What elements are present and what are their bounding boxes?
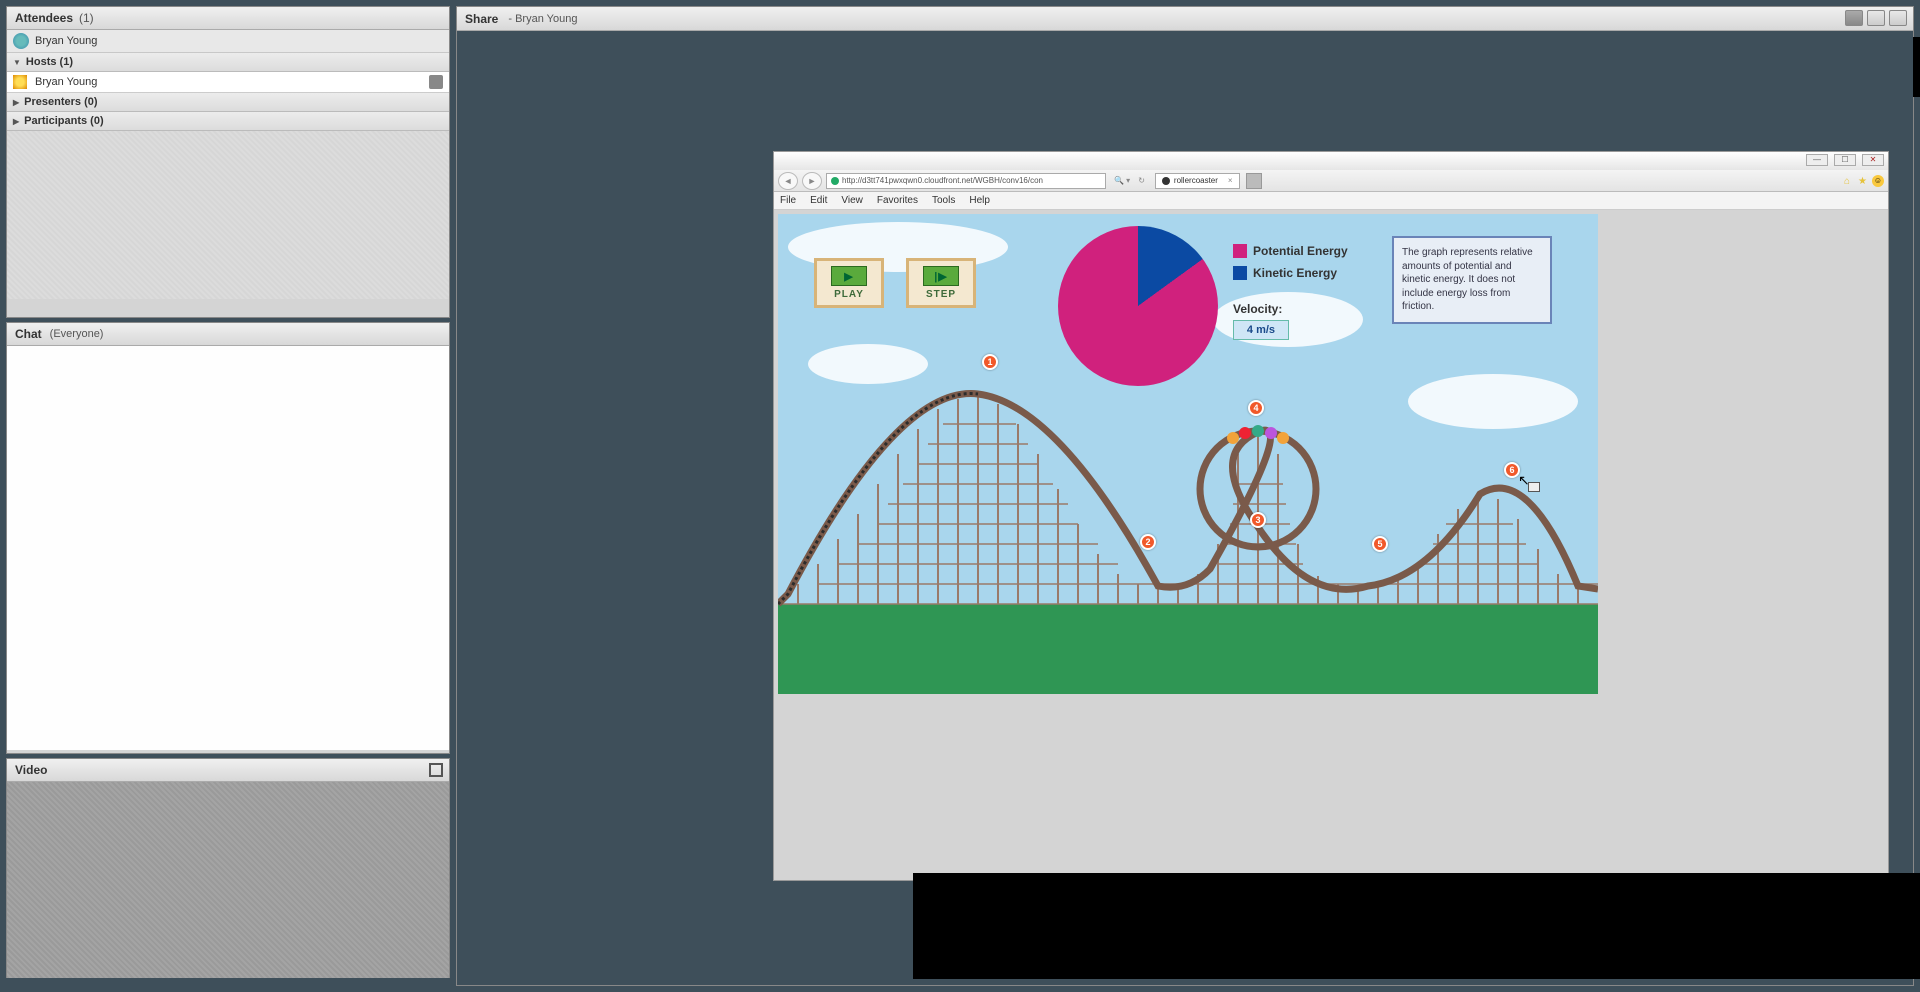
feedback-icon[interactable]: ☺ [1872,175,1884,187]
home-icon[interactable]: ⌂ [1844,176,1854,186]
page-content: ▶ PLAY |▶ STEP [774,210,1888,880]
window-titlebar[interactable]: — ☐ ✕ [774,152,1888,170]
attendees-count: (1) [79,11,94,25]
browser-tab[interactable]: rollercoaster × [1155,173,1240,189]
tab-close-icon[interactable]: × [1228,176,1233,185]
video-body [7,782,449,978]
video-title: Video [15,763,47,777]
attendees-header[interactable]: Attendees (1) [7,7,449,30]
hosts-group-header[interactable]: ▼ Hosts (1) [7,53,449,72]
left-column: Attendees (1) Bryan Young ▼ Hosts (1) Br… [6,6,450,986]
hosts-label: Hosts (1) [26,56,73,68]
chevron-down-icon: ▼ [13,58,21,67]
forward-button[interactable]: ► [802,172,822,190]
search-icon[interactable]: 🔍 ▾ [1110,176,1134,185]
attendee-self-name: Bryan Young [35,35,97,47]
presenters-label: Presenters (0) [24,96,97,108]
address-url: http://d3tt741pwxqwn0.cloudfront.net/WGB… [842,176,1043,185]
window-close-button[interactable]: ✕ [1862,154,1884,166]
participants-group-header[interactable]: ▶ Participants (0) [7,112,449,131]
chat-scope: (Everyone) [50,328,104,340]
share-header: Share - Bryan Young [457,7,1913,31]
mic-icon[interactable] [429,75,443,89]
attendees-title: Attendees [15,11,73,25]
fullscreen-icon[interactable] [429,763,443,777]
share-black-bottom [913,873,1920,979]
cursor-tooltip-icon [1528,482,1540,492]
chat-panel: Chat (Everyone) [6,322,450,754]
share-pane: Share - Bryan Young — ☐ ✕ [456,6,1914,986]
favorite-icon[interactable]: ★ [1858,176,1868,186]
view-mode-button[interactable] [1845,10,1863,26]
chevron-right-icon: ▶ [13,117,19,126]
sim-ground [778,604,1598,694]
track-marker-3[interactable]: 3 [1250,512,1266,528]
video-header[interactable]: Video [7,759,449,782]
attendees-empty-area [7,131,449,299]
window-controls: — ☐ ✕ [1806,154,1884,166]
chat-header[interactable]: Chat (Everyone) [7,323,449,346]
menu-tools[interactable]: Tools [932,195,955,206]
view-mode-button[interactable] [1867,10,1885,26]
chat-body[interactable] [7,346,449,750]
host-row[interactable]: Bryan Young [7,72,449,93]
presenters-group-header[interactable]: ▶ Presenters (0) [7,93,449,112]
track-marker-4[interactable]: 4 [1248,400,1264,416]
address-bar[interactable]: http://d3tt741pwxqwn0.cloudfront.net/WGB… [826,173,1106,189]
track-graphic [778,214,1598,614]
share-view-controls [1845,10,1907,26]
menu-help[interactable]: Help [969,195,990,206]
menu-edit[interactable]: Edit [810,195,827,206]
menu-view[interactable]: View [841,195,863,206]
browser-toolbar: ◄ ► http://d3tt741pwxqwn0.cloudfront.net… [774,170,1888,192]
speaker-icon [13,33,29,49]
chevron-right-icon: ▶ [13,98,19,107]
browser-menu-bar: File Edit View Favorites Tools Help [774,192,1888,210]
toolbar-right: ⌂ ★ ☺ [1844,175,1884,187]
window-minimize-button[interactable]: — [1806,154,1828,166]
new-tab-button[interactable] [1246,173,1262,189]
share-title: Share [465,12,498,26]
share-content: — ☐ ✕ ◄ ► http://d3tt741pwxqwn0.cloudfro… [457,31,1913,985]
track-marker-5[interactable]: 5 [1372,536,1388,552]
menu-favorites[interactable]: Favorites [877,195,918,206]
participants-label: Participants (0) [24,115,103,127]
host-name: Bryan Young [35,76,97,88]
back-button[interactable]: ◄ [778,172,798,190]
host-icon [13,75,27,89]
video-panel: Video [6,758,450,978]
fullscreen-button[interactable] [1889,10,1907,26]
window-maximize-button[interactable]: ☐ [1834,154,1856,166]
shared-browser-window: — ☐ ✕ ◄ ► http://d3tt741pwxqwn0.cloudfro… [773,151,1889,881]
globe-icon [831,177,839,185]
chat-title: Chat [15,327,42,341]
refresh-icon[interactable]: ↻ [1138,176,1145,185]
track-marker-1[interactable]: 1 [982,354,998,370]
attendees-panel: Attendees (1) Bryan Young ▼ Hosts (1) Br… [6,6,450,318]
share-presenter: - Bryan Young [508,13,577,25]
menu-file[interactable]: File [780,195,796,206]
tab-favicon-icon [1162,177,1170,185]
tab-title: rollercoaster [1174,176,1218,185]
attendee-self-row[interactable]: Bryan Young [7,30,449,53]
rollercoaster-sim: ▶ PLAY |▶ STEP [778,214,1598,694]
app-workspace: Attendees (1) Bryan Young ▼ Hosts (1) Br… [0,0,1920,992]
track-marker-2[interactable]: 2 [1140,534,1156,550]
